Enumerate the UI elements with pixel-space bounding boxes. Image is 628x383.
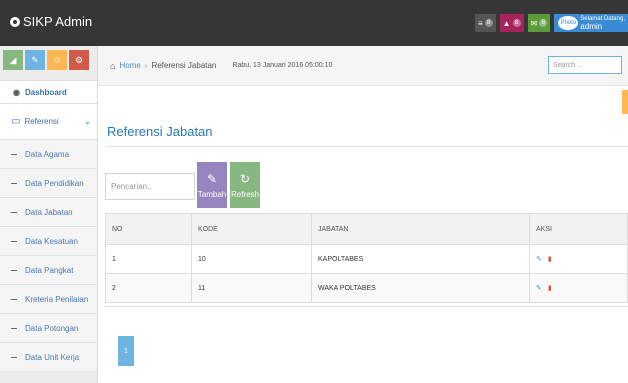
sidebar-item-label: Kreteria Penilaian <box>25 294 89 304</box>
envelope-icon: ✉ <box>530 18 538 28</box>
sidebar-item-label: Data Jabatan <box>25 207 73 217</box>
trash-icon[interactable]: ▮ <box>548 255 552 263</box>
edit-icon[interactable]: ✎ <box>536 284 542 292</box>
cell-aksi: ✎ ▮ <box>529 273 628 303</box>
dashboard-icon: ◉ <box>13 87 20 97</box>
sidebar-item-dashboard[interactable]: ◉ Dashboard <box>0 80 97 103</box>
sidebar-item-data-kesatuan[interactable]: Data Kesatuan <box>0 226 97 255</box>
cell-kode: 10 <box>191 244 312 274</box>
chevron-down-icon: ⌄ <box>84 117 91 126</box>
sidebar-item-data-jabatan[interactable]: Data Jabatan <box>0 197 97 226</box>
sidebar-shortcuts: ◢ ✎ ☺ ⚙ <box>0 46 97 80</box>
sidebar-item-label: Data Kesatuan <box>25 236 78 246</box>
search-input[interactable]: Search ... <box>548 56 622 74</box>
column-header-jabatan: JABATAN <box>311 213 530 245</box>
user-menu[interactable]: Photo Selamat Datang, admin <box>554 14 628 32</box>
trash-icon[interactable]: ▮ <box>548 284 552 292</box>
brand[interactable]: SIKP Admin <box>10 14 92 29</box>
top-navbar: SIKP Admin ≡ 8 ▲ 8 ✉ 8 Photo Selamat Dat… <box>0 0 628 46</box>
sidebar-item-data-potongan[interactable]: Data Potongan <box>0 313 97 342</box>
tasks-button[interactable]: ≡ 8 <box>475 14 496 32</box>
cell-no: 1 <box>105 244 192 274</box>
sidebar-item-data-pangkat[interactable]: Data Pangkat <box>0 255 97 284</box>
desktop-icon: ▭ <box>11 116 21 127</box>
sidebar-item-data-unit-kerja[interactable]: Data Unit Kerja <box>0 342 97 371</box>
filter-placeholder: Pencarian.. <box>111 182 152 191</box>
add-button[interactable]: ✎ Tambah <box>197 162 227 208</box>
refresh-button[interactable]: ↻ Refresh <box>230 162 260 208</box>
refresh-button-label: Refresh <box>230 189 259 199</box>
cell-aksi: ✎ ▮ <box>529 244 628 274</box>
breadcrumb-home[interactable]: Home <box>119 61 140 70</box>
pagination-page-button[interactable]: 1 <box>118 336 134 366</box>
avatar: Photo <box>558 16 579 30</box>
users-icon[interactable]: ☺ <box>47 50 67 70</box>
notifications-count: 8 <box>512 19 521 27</box>
home-icon: ⌂ <box>110 60 116 71</box>
filter-input[interactable]: Pencarian.. <box>105 173 195 200</box>
breadcrumb-date: Rabu, 13 Januari 2016 05:00:10 <box>232 62 333 69</box>
notifications-button[interactable]: ▲ 8 <box>499 14 524 32</box>
column-header-aksi: AKSI <box>529 213 628 245</box>
settings-toggle[interactable] <box>622 90 628 114</box>
sidebar: ◢ ✎ ☺ ⚙ ◉ Dashboard ▭ Referensi ⌄ Data A… <box>0 46 98 383</box>
sidebar-item-label: Referensi <box>24 117 59 126</box>
tasks-count: 8 <box>484 19 493 27</box>
bell-icon: ▲ <box>502 18 511 28</box>
breadcrumb-separator-icon: › <box>144 61 148 70</box>
breadcrumb-current: Referensi Jabatan <box>151 61 217 70</box>
messages-button[interactable]: ✉ 8 <box>527 14 551 32</box>
user-name: admin <box>580 21 603 31</box>
column-header-no: NO <box>105 213 192 245</box>
table-row: 1 10 KAPOLTABES ✎ ▮ <box>105 244 628 274</box>
user-info: Selamat Datang, admin <box>580 15 625 32</box>
table-header-row: NO KODE JABATAN AKSI <box>105 213 628 245</box>
sidebar-item-label: Data Potongan <box>25 323 79 333</box>
sidebar-item-label: Data Pangkat <box>25 265 74 275</box>
jabatan-table: NO KODE JABATAN AKSI 1 10 KAPOLTABES ✎ ▮… <box>105 213 628 303</box>
cell-jabatan: KAPOLTABES <box>311 244 530 274</box>
cell-kode: 11 <box>191 273 312 303</box>
pencil-icon[interactable]: ✎ <box>25 50 45 70</box>
cell-no: 2 <box>105 273 192 303</box>
column-header-kode: KODE <box>191 213 312 245</box>
tasks-icon: ≡ <box>478 18 483 28</box>
brand-logo-icon <box>10 16 20 27</box>
sidebar-item-referensi[interactable]: ▭ Referensi ⌄ <box>0 103 97 139</box>
nav-badges: ≡ 8 ▲ 8 ✉ 8 Photo Selamat Datang, admin <box>475 14 628 32</box>
sidebar-item-kreteria-penilaian[interactable]: Kreteria Penilaian <box>0 284 97 313</box>
sidebar-item-data-agama[interactable]: Data Agama <box>0 139 97 168</box>
sidebar-item-data-pendidikan[interactable]: Data Pendidikan <box>0 168 97 197</box>
sidebar-item-label: Data Pendidikan <box>25 178 84 188</box>
app-title: SIKP Admin <box>23 14 93 29</box>
cell-jabatan: WAKA POLTABES <box>311 273 530 303</box>
table-divider <box>105 306 628 307</box>
edit-icon: ✎ <box>206 171 218 186</box>
breadcrumb: ⌂ Home › Referensi Jabatan Rabu, 13 Janu… <box>98 46 628 86</box>
signal-icon[interactable]: ◢ <box>3 50 23 70</box>
sidebar-item-label: Dashboard <box>24 87 67 97</box>
search-placeholder: Search ... <box>553 61 583 69</box>
sidebar-item-label: Data Agama <box>25 149 70 159</box>
page-title: Referensi Jabatan <box>107 124 213 139</box>
title-divider <box>107 146 628 147</box>
messages-count: 8 <box>539 19 548 27</box>
cogs-icon[interactable]: ⚙ <box>69 50 89 70</box>
refresh-icon: ↻ <box>239 171 251 186</box>
sidebar-item-label: Data Unit Kerja <box>25 352 80 362</box>
add-button-label: Tambah <box>197 189 227 199</box>
table-row: 2 11 WAKA POLTABES ✎ ▮ <box>105 273 628 303</box>
edit-icon[interactable]: ✎ <box>536 255 542 263</box>
